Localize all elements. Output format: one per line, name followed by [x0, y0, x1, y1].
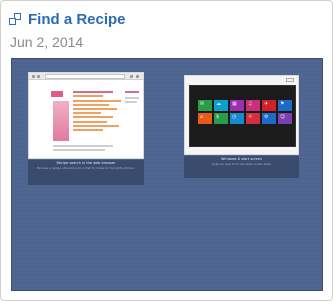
app-tile-icon: ♫: [248, 101, 253, 107]
app-tile-icon: ✉: [200, 101, 205, 107]
task-title[interactable]: Find a Recipe: [28, 11, 126, 28]
app-tile: ☼: [246, 113, 260, 124]
app-tile: ✉: [198, 100, 212, 111]
app-tile: $: [214, 113, 228, 124]
app-tile: ✈: [262, 100, 276, 111]
browser-window-caption: Recipe search in the web browser Browse …: [28, 160, 144, 185]
app-tile-icon: $: [216, 114, 220, 120]
browser-screenshot: [28, 72, 144, 159]
restore-windows-icon: [9, 12, 22, 26]
app-tile-icon: ☼: [248, 114, 253, 120]
recipe-photo: [53, 101, 69, 141]
app-tile: ♫: [246, 100, 260, 111]
caption-description: Browse a recipe site and pick a dish to …: [37, 166, 135, 170]
address-bar: [45, 74, 125, 79]
site-logo: [51, 91, 63, 97]
app-tile: ◷: [230, 113, 244, 124]
recipe-page: [29, 81, 143, 158]
app-tile: ☁: [214, 100, 228, 111]
app-tile-icon: ▦: [232, 101, 237, 107]
app-tile-icon: ◷: [232, 114, 237, 120]
window-control-icon: [286, 78, 294, 82]
caption-description: Open an app from the start screen tiles.: [211, 162, 272, 166]
app-tile-icon: ⚑: [280, 101, 285, 107]
app-tile: ⚑: [278, 100, 292, 111]
app-tile: ☺: [278, 113, 292, 124]
app-tile-icon: ⌂: [200, 114, 204, 120]
start-screen: ✉ ☁ ▦ ♫ ✈ ⚑ ⌂ $ ◷ ☼ ⚙ ☺: [189, 85, 296, 147]
app-tile-icon: ✈: [264, 101, 269, 107]
app-tile-icon: ⚙: [264, 114, 269, 120]
title-row[interactable]: Find a Recipe: [9, 10, 126, 28]
windows8-window-caption: Windows 8 start screen Open an app from …: [184, 156, 299, 178]
app-tile: ⌂: [198, 113, 212, 124]
app-tile-icon: ☺: [280, 114, 286, 120]
windows8-screenshot: ✉ ☁ ▦ ♫ ✈ ⚑ ⌂ $ ◷ ☼ ⚙ ☺: [184, 75, 299, 155]
app-tile: ▦: [230, 100, 244, 111]
recipe-task-card: Find a Recipe Jun 2, 2014 Recipe search …: [0, 0, 333, 301]
windows8-window-thumbnail[interactable]: ✉ ☁ ▦ ♫ ✈ ⚑ ⌂ $ ◷ ☼ ⚙ ☺ Windows 8 start screen Open…: [184, 75, 299, 178]
browser-window-thumbnail[interactable]: Recipe search in the web browser Browse …: [28, 72, 144, 185]
browser-toolbar: [29, 73, 143, 80]
app-tile: ⚙: [262, 113, 276, 124]
app-tile-icon: ☁: [216, 101, 221, 107]
task-date: Jun 2, 2014: [10, 34, 84, 50]
